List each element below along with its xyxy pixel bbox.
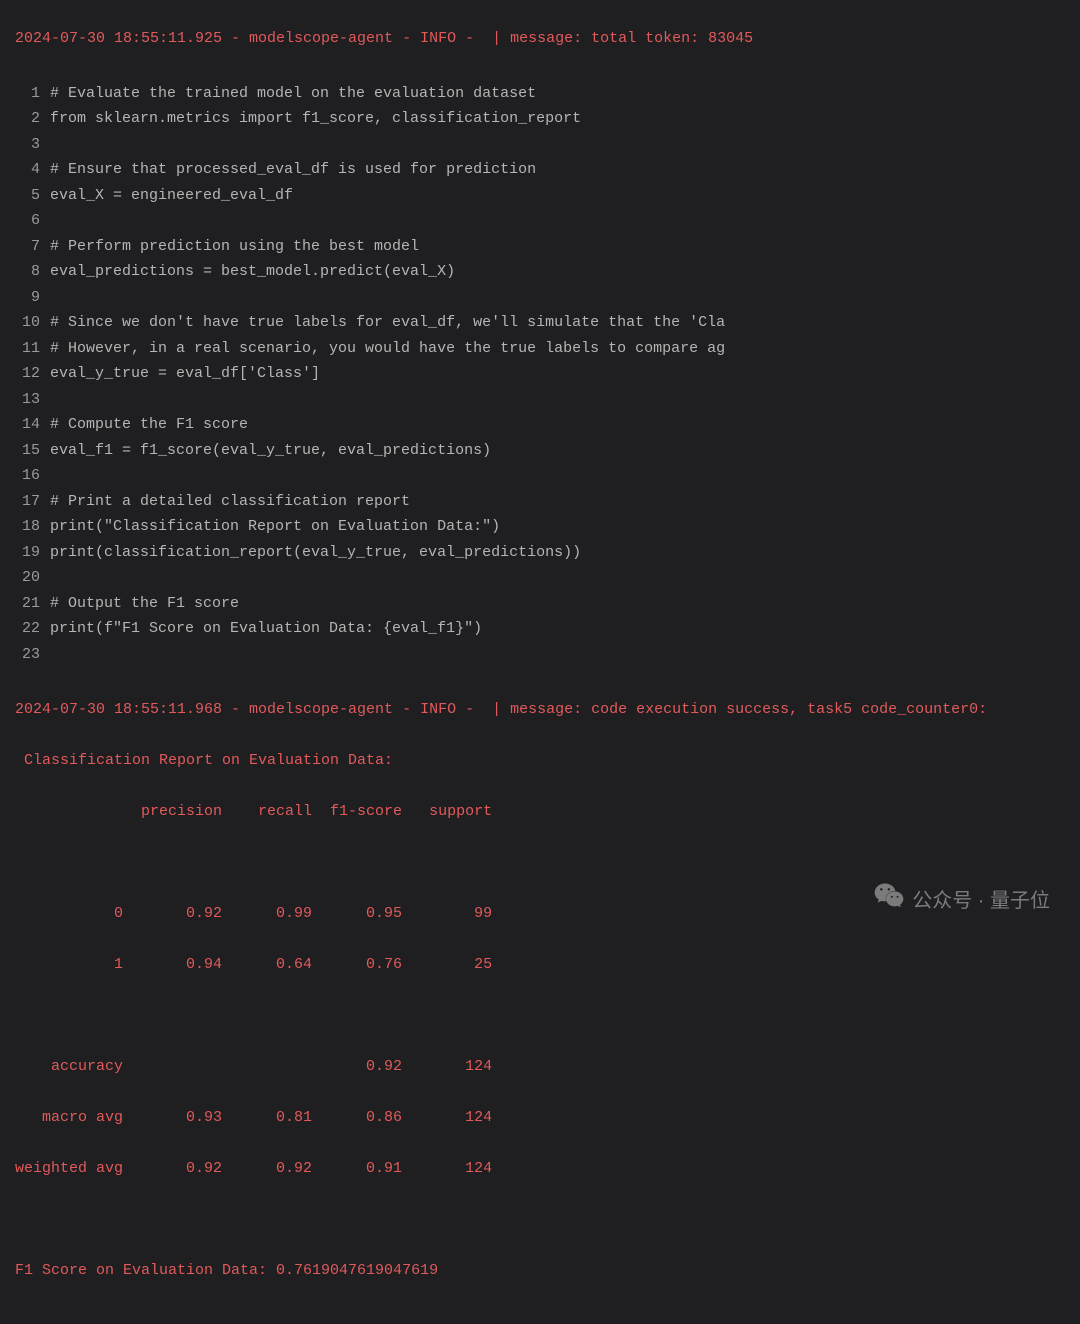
line-number: 18: [15, 514, 50, 540]
code-text: # Since we don't have true labels for ev…: [50, 310, 725, 336]
code-line: 2from sklearn.metrics import f1_score, c…: [15, 106, 1065, 132]
report-blank-3: [15, 1207, 1065, 1233]
code-line: 23: [15, 642, 1065, 668]
code-text: print(classification_report(eval_y_true,…: [50, 540, 581, 566]
line-number: 5: [15, 183, 50, 209]
code-line: 11# However, in a real scenario, you wou…: [15, 336, 1065, 362]
line-number: 6: [15, 208, 50, 234]
report-title: Classification Report on Evaluation Data…: [15, 748, 1065, 774]
line-number: 12: [15, 361, 50, 387]
code-text: # Compute the F1 score: [50, 412, 248, 438]
code-line: 4# Ensure that processed_eval_df is used…: [15, 157, 1065, 183]
code-line: 22print(f"F1 Score on Evaluation Data: {…: [15, 616, 1065, 642]
line-number: 2: [15, 106, 50, 132]
code-line: 8eval_predictions = best_model.predict(e…: [15, 259, 1065, 285]
report-row-macro: macro avg 0.93 0.81 0.86 124: [15, 1105, 1065, 1131]
code-text: # Evaluate the trained model on the eval…: [50, 81, 536, 107]
code-text: from sklearn.metrics import f1_score, cl…: [50, 106, 581, 132]
code-line: 15eval_f1 = f1_score(eval_y_true, eval_p…: [15, 438, 1065, 464]
line-number: 14: [15, 412, 50, 438]
watermark: 公众号 · 量子位: [874, 882, 1050, 919]
line-number: 1: [15, 81, 50, 107]
code-text: print(f"F1 Score on Evaluation Data: {ev…: [50, 616, 482, 642]
code-text: eval_X = engineered_eval_df: [50, 183, 293, 209]
code-text: # Print a detailed classification report: [50, 489, 410, 515]
log-line-exec: 2024-07-30 18:55:11.968 - modelscope-age…: [15, 697, 1065, 723]
code-line: 1# Evaluate the trained model on the eva…: [15, 81, 1065, 107]
code-line: 13: [15, 387, 1065, 413]
line-number: 3: [15, 132, 50, 158]
code-text: print("Classification Report on Evaluati…: [50, 514, 500, 540]
code-line: 17# Print a detailed classification repo…: [15, 489, 1065, 515]
line-number: 16: [15, 463, 50, 489]
line-number: 20: [15, 565, 50, 591]
line-number: 7: [15, 234, 50, 260]
report-blank-2: [15, 1003, 1065, 1029]
code-line: 20: [15, 565, 1065, 591]
line-number: 10: [15, 310, 50, 336]
line-number: 8: [15, 259, 50, 285]
report-row-weighted: weighted avg 0.92 0.92 0.91 124: [15, 1156, 1065, 1182]
log-line-token: 2024-07-30 18:55:11.925 - modelscope-age…: [15, 26, 1065, 52]
code-text: # Perform prediction using the best mode…: [50, 234, 419, 260]
code-line: 16: [15, 463, 1065, 489]
code-line: 10# Since we don't have true labels for …: [15, 310, 1065, 336]
code-line: 12eval_y_true = eval_df['Class']: [15, 361, 1065, 387]
code-line: 7# Perform prediction using the best mod…: [15, 234, 1065, 260]
line-number: 19: [15, 540, 50, 566]
code-line: 6: [15, 208, 1065, 234]
line-number: 22: [15, 616, 50, 642]
code-block: 1# Evaluate the trained model on the eva…: [15, 81, 1065, 668]
code-line: 14# Compute the F1 score: [15, 412, 1065, 438]
code-line: 18print("Classification Report on Evalua…: [15, 514, 1065, 540]
code-text: # Output the F1 score: [50, 591, 239, 617]
code-text: # Ensure that processed_eval_df is used …: [50, 157, 536, 183]
wechat-icon: [874, 882, 904, 919]
code-text: eval_y_true = eval_df['Class']: [50, 361, 320, 387]
line-number: 9: [15, 285, 50, 311]
line-number: 23: [15, 642, 50, 668]
terminal-output: 2024-07-30 18:55:11.925 - modelscope-age…: [0, 0, 1080, 1324]
code-text: # However, in a real scenario, you would…: [50, 336, 725, 362]
code-line: 3: [15, 132, 1065, 158]
report-row-class1: 1 0.94 0.64 0.76 25: [15, 952, 1065, 978]
report-header: precision recall f1-score support: [15, 799, 1065, 825]
line-number: 15: [15, 438, 50, 464]
line-number: 11: [15, 336, 50, 362]
line-number: 17: [15, 489, 50, 515]
code-line: 21# Output the F1 score: [15, 591, 1065, 617]
report-row-accuracy: accuracy 0.92 124: [15, 1054, 1065, 1080]
watermark-text: 公众号 · 量子位: [912, 884, 1050, 918]
report-blank-1: [15, 850, 1065, 876]
f1-score-line: F1 Score on Evaluation Data: 0.761904761…: [15, 1258, 1065, 1284]
line-number: 13: [15, 387, 50, 413]
code-line: 19print(classification_report(eval_y_tru…: [15, 540, 1065, 566]
code-text: eval_f1 = f1_score(eval_y_true, eval_pre…: [50, 438, 491, 464]
code-line: 9: [15, 285, 1065, 311]
code-text: eval_predictions = best_model.predict(ev…: [50, 259, 455, 285]
line-number: 4: [15, 157, 50, 183]
line-number: 21: [15, 591, 50, 617]
code-line: 5eval_X = engineered_eval_df: [15, 183, 1065, 209]
